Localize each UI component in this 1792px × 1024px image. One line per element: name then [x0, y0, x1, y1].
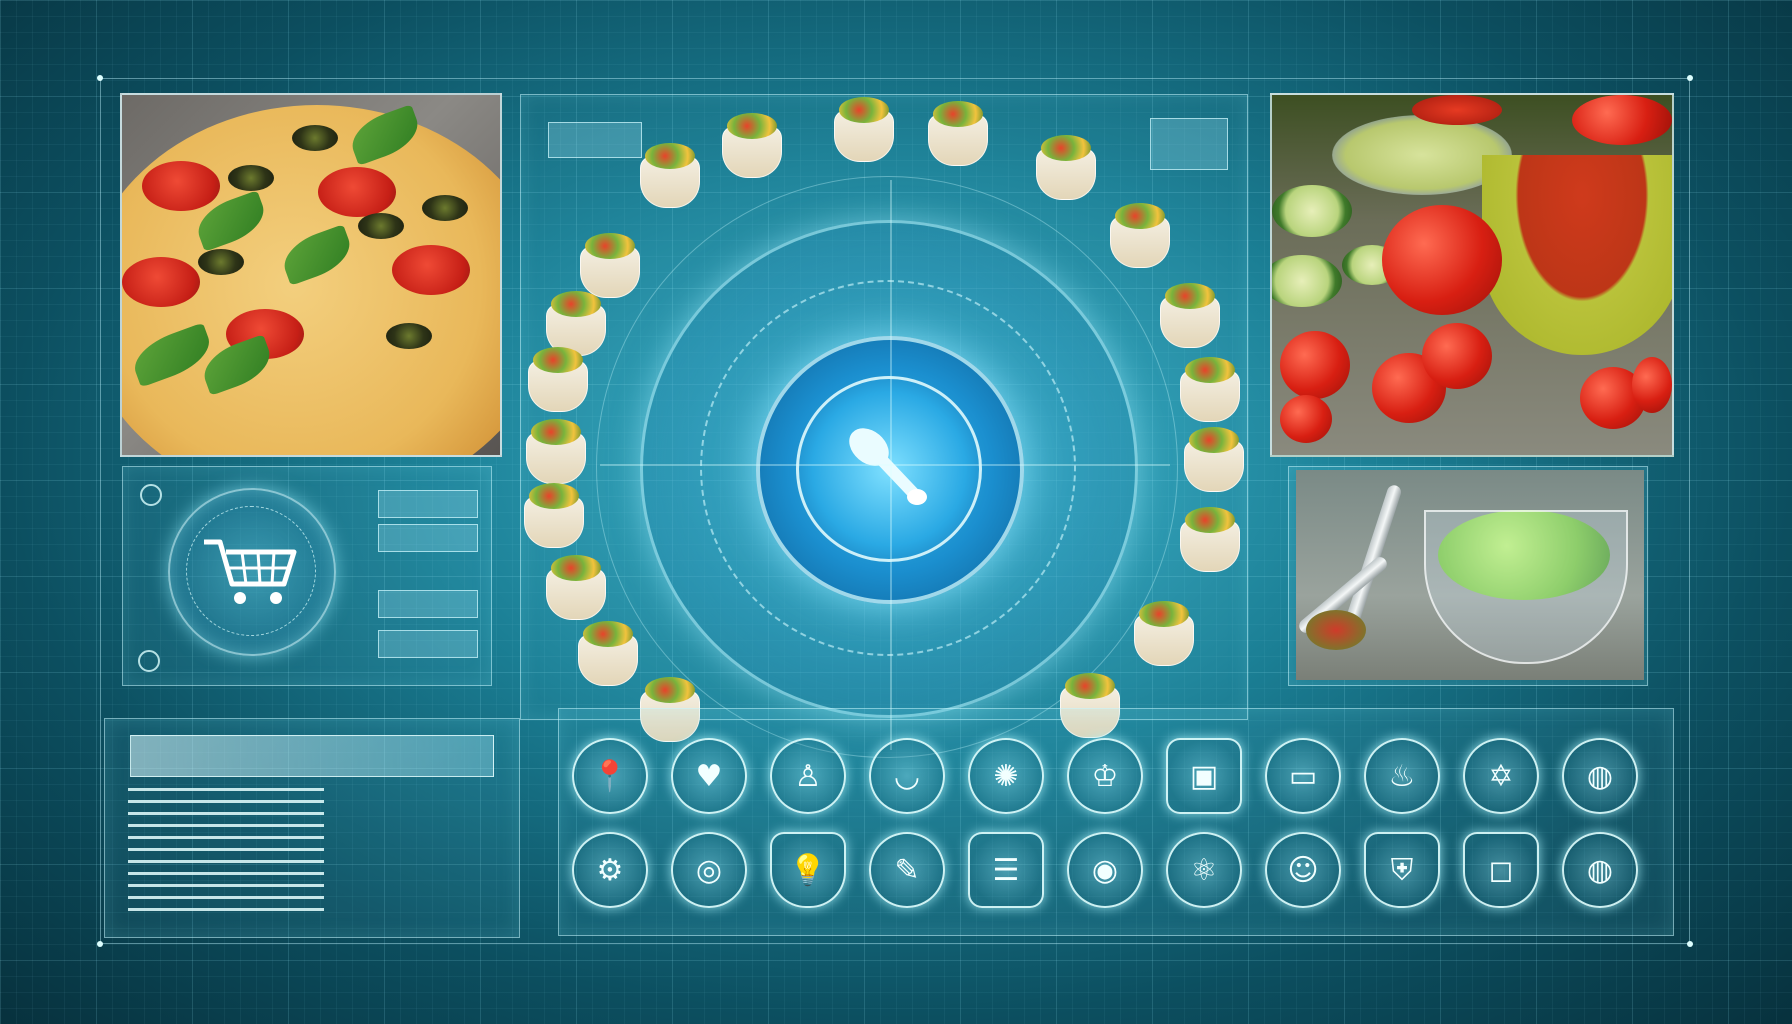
- indicator-dot: [140, 484, 162, 506]
- dish-item[interactable]: [578, 621, 638, 686]
- frame-corner: [1687, 75, 1693, 81]
- spoon-icon: [849, 428, 927, 505]
- text-line: [128, 896, 324, 899]
- dish-item[interactable]: [928, 101, 988, 166]
- text-line: [128, 824, 324, 827]
- dial-center[interactable]: [796, 376, 982, 562]
- details-header-bar[interactable]: [130, 735, 494, 777]
- lightbulb-icon[interactable]: 💡: [770, 832, 846, 908]
- user-icon[interactable]: ☺: [1265, 832, 1341, 908]
- dish-item[interactable]: [528, 347, 588, 412]
- pepperoni: [142, 161, 220, 211]
- pepperoni: [318, 167, 396, 217]
- dish-item[interactable]: [1160, 283, 1220, 348]
- frame-corner: [97, 941, 103, 947]
- soup-bowl: [1482, 155, 1672, 355]
- cucumber-slice: [1272, 255, 1342, 307]
- info-bar[interactable]: [378, 490, 478, 518]
- text-line: [128, 848, 324, 851]
- network-icon[interactable]: ⚛: [1166, 832, 1242, 908]
- dial-crosshair: [600, 464, 1170, 466]
- dish-item[interactable]: [1184, 427, 1244, 492]
- olive: [358, 213, 404, 239]
- dish-item[interactable]: [546, 555, 606, 620]
- dish-item[interactable]: [524, 483, 584, 548]
- text-line: [128, 884, 324, 887]
- dish-item[interactable]: [1036, 135, 1096, 200]
- chef-icon[interactable]: ♙: [770, 738, 846, 814]
- dish-item[interactable]: [1180, 507, 1240, 572]
- frame-corner: [97, 75, 103, 81]
- olive: [422, 195, 468, 221]
- settings-gear-icon[interactable]: ✺: [968, 738, 1044, 814]
- menu-list-icon[interactable]: ☰: [968, 832, 1044, 908]
- star-icon[interactable]: ✡: [1463, 738, 1539, 814]
- shield-icon[interactable]: ⛨: [1364, 832, 1440, 908]
- target-icon[interactable]: ◎: [671, 832, 747, 908]
- olive: [198, 249, 244, 275]
- chef-hat-icon[interactable]: ♔: [1067, 738, 1143, 814]
- text-line: [128, 836, 324, 839]
- globe-grid-icon[interactable]: ◍: [1562, 832, 1638, 908]
- text-line: [128, 872, 324, 875]
- olive: [386, 323, 432, 349]
- text-line: [128, 800, 324, 803]
- text-line: [128, 908, 324, 911]
- garnish: [1306, 610, 1366, 650]
- heart-bowl-icon[interactable]: ♥: [671, 738, 747, 814]
- pepper: [1572, 95, 1672, 145]
- tomato: [1280, 331, 1350, 399]
- dish-item[interactable]: [834, 97, 894, 162]
- dish-item[interactable]: [640, 143, 700, 208]
- pepperoni: [122, 257, 200, 307]
- badge-icon[interactable]: ◻: [1463, 832, 1539, 908]
- text-line: [128, 860, 324, 863]
- text-line: [128, 812, 324, 815]
- indicator-dot: [138, 650, 160, 672]
- tomato: [1632, 357, 1672, 413]
- food-tray-icon[interactable]: ♨: [1364, 738, 1440, 814]
- dish-item[interactable]: [1110, 203, 1170, 268]
- pepperoni: [392, 245, 470, 295]
- text-line: [128, 788, 324, 791]
- info-bar[interactable]: [378, 590, 478, 618]
- cart-button[interactable]: [168, 488, 336, 656]
- gear-ring-icon[interactable]: ⚙: [572, 832, 648, 908]
- center-info-bar[interactable]: [548, 122, 642, 158]
- dish-item[interactable]: [1180, 357, 1240, 422]
- carrot-icon[interactable]: ✎: [869, 832, 945, 908]
- plate-icon[interactable]: ◉: [1067, 832, 1143, 908]
- map-pin-icon[interactable]: 📍: [572, 738, 648, 814]
- bowl-icon[interactable]: ◡: [869, 738, 945, 814]
- olive: [228, 165, 274, 191]
- olive: [292, 125, 338, 151]
- monitor-icon[interactable]: ▭: [1265, 738, 1341, 814]
- dish-item[interactable]: [1134, 601, 1194, 666]
- center-info-bar[interactable]: [1150, 118, 1228, 170]
- tomato-soup-photo[interactable]: [1270, 93, 1674, 457]
- shopping-cart-icon: [204, 539, 297, 604]
- tomato: [1280, 395, 1332, 443]
- info-bar[interactable]: [378, 524, 478, 552]
- glass-bowl: [1424, 510, 1628, 664]
- pepper: [1412, 95, 1502, 125]
- salad-photo[interactable]: [1296, 470, 1644, 680]
- dish-item[interactable]: [722, 113, 782, 178]
- tomato: [1422, 323, 1492, 389]
- dish-item[interactable]: [526, 419, 586, 484]
- spoon: [1343, 483, 1403, 631]
- globe-icon[interactable]: ◍: [1562, 738, 1638, 814]
- frame-corner: [1687, 941, 1693, 947]
- box-icon[interactable]: ▣: [1166, 738, 1242, 814]
- tomato: [1382, 205, 1502, 315]
- cucumber-slice: [1272, 185, 1352, 237]
- info-bar[interactable]: [378, 630, 478, 658]
- dish-item[interactable]: [580, 233, 640, 298]
- pizza-photo[interactable]: [120, 93, 502, 457]
